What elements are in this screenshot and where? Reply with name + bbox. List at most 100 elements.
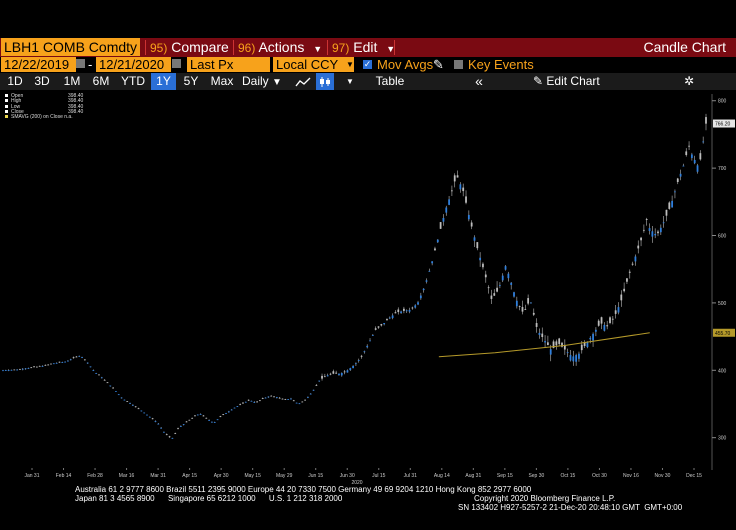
x-tick-label: Nov 30	[655, 473, 671, 479]
candle-body	[518, 306, 521, 307]
candle-body	[360, 355, 363, 357]
candle-body	[52, 363, 55, 365]
actions-menu[interactable]: 96) Actions ▼	[238, 38, 322, 57]
actions-menu-number: 96)	[238, 41, 256, 55]
candle-body	[580, 344, 583, 351]
range-6m-button[interactable]: 6M	[89, 73, 113, 90]
candle-body	[188, 419, 191, 421]
range-1y-button[interactable]: 1Y	[151, 73, 176, 90]
security-ticker[interactable]: LBH1 COMB Comdty	[1, 38, 141, 56]
x-tick-label: Jun 30	[340, 473, 355, 479]
candle-body	[614, 310, 617, 314]
candle-body	[340, 373, 343, 376]
candle-body	[242, 402, 244, 404]
pencil-icon[interactable]: ✎	[433, 57, 444, 73]
double-chevron-left-icon[interactable]: «	[470, 73, 488, 90]
candle-body	[496, 287, 498, 292]
last-price-label: 766.20	[715, 122, 731, 128]
sma-200-line	[438, 332, 650, 358]
candle-body	[521, 307, 524, 312]
currency-select[interactable]: Local CCY	[273, 57, 348, 72]
candle-body	[270, 395, 273, 397]
candle-body	[151, 418, 154, 420]
candle-body	[98, 374, 100, 376]
candle-body	[261, 398, 264, 399]
candle-body	[408, 309, 411, 312]
candle-body	[103, 379, 106, 381]
candle-body	[281, 398, 284, 400]
key-events-checkbox[interactable]	[454, 60, 463, 69]
actions-menu-label: Actions	[258, 39, 305, 55]
candle-body	[338, 373, 340, 376]
candle-body	[131, 404, 134, 406]
range-1d-button[interactable]: 1D	[4, 73, 26, 90]
candle-body	[295, 402, 298, 404]
candle-body	[10, 369, 13, 371]
candle-body	[304, 399, 306, 401]
range-1m-button[interactable]: 1M	[60, 73, 84, 90]
chart-type-dropdown-icon[interactable]: ▼	[344, 73, 356, 90]
candle-body	[541, 333, 544, 338]
candle-body	[332, 371, 335, 374]
x-tick-label: Sep 30	[528, 473, 544, 479]
candle-body	[676, 178, 679, 182]
table-button[interactable]: Table	[372, 73, 408, 90]
calendar-icon[interactable]	[172, 59, 181, 68]
calendar-icon[interactable]	[76, 59, 85, 68]
candle-body	[236, 406, 239, 408]
settings-gear-icon[interactable]: ✲	[682, 73, 696, 90]
candle-body	[273, 396, 275, 398]
candle-body	[343, 371, 346, 373]
candle-body	[312, 389, 315, 391]
range-ytd-button[interactable]: YTD	[118, 73, 148, 90]
period-select[interactable]: Daily ▼	[242, 73, 290, 90]
candle-body	[456, 175, 459, 178]
candle-body	[513, 292, 515, 297]
range-3d-button[interactable]: 3D	[31, 73, 53, 90]
candle-body	[600, 317, 603, 324]
end-date-field[interactable]: 12/21/2020	[96, 57, 171, 72]
candle-body	[171, 437, 174, 439]
currency-dropdown-icon[interactable]: ▼	[346, 57, 354, 72]
line-chart-icon[interactable]	[294, 73, 312, 90]
price-chart[interactable]: 300 400 500 600 700 800 Jan 31 Feb 14 Feb 28 Mar …	[0, 90, 736, 486]
mov-avgs-checkbox[interactable]: ✓	[363, 60, 372, 69]
candle-body	[645, 219, 648, 221]
range-max-button[interactable]: Max	[208, 73, 236, 90]
candle-body	[445, 207, 448, 213]
candle-body	[377, 326, 380, 328]
candle-body	[61, 362, 64, 363]
dropdown-arrow-icon: ▼	[313, 44, 323, 54]
x-tick-label: Dec 15	[686, 473, 702, 479]
edit-menu[interactable]: 97) Edit ▼	[332, 38, 395, 57]
y-tick-label: 800	[718, 99, 727, 105]
compare-menu[interactable]: 95) Compare	[150, 38, 229, 57]
candle-body	[419, 295, 422, 299]
candle-body	[498, 285, 501, 286]
candle-body	[92, 370, 95, 372]
candle-body	[2, 370, 4, 372]
candle-body	[287, 399, 290, 400]
candle-body	[453, 175, 456, 182]
range-5y-button[interactable]: 5Y	[180, 73, 202, 90]
menu-separator	[233, 40, 234, 55]
candle-body	[391, 315, 394, 319]
candle-body	[572, 356, 575, 362]
candle-body	[436, 239, 439, 243]
price-field-select[interactable]: Last Px	[187, 57, 270, 72]
candle-body	[143, 412, 146, 414]
candle-body	[702, 141, 705, 143]
candle-body	[679, 173, 682, 177]
candle-body	[439, 222, 442, 229]
candle-body	[67, 360, 69, 362]
candle-body	[157, 423, 160, 425]
candle-body	[431, 261, 434, 264]
candle-body	[208, 420, 211, 421]
candle-body	[422, 288, 425, 291]
start-date-field[interactable]: 12/22/2019	[1, 57, 76, 72]
candle-chart-icon[interactable]	[316, 73, 334, 90]
candle-body	[586, 341, 589, 348]
edit-chart-button[interactable]: ✎ Edit Chart	[533, 73, 603, 90]
candle-body	[95, 373, 98, 374]
candle-body	[371, 335, 374, 336]
